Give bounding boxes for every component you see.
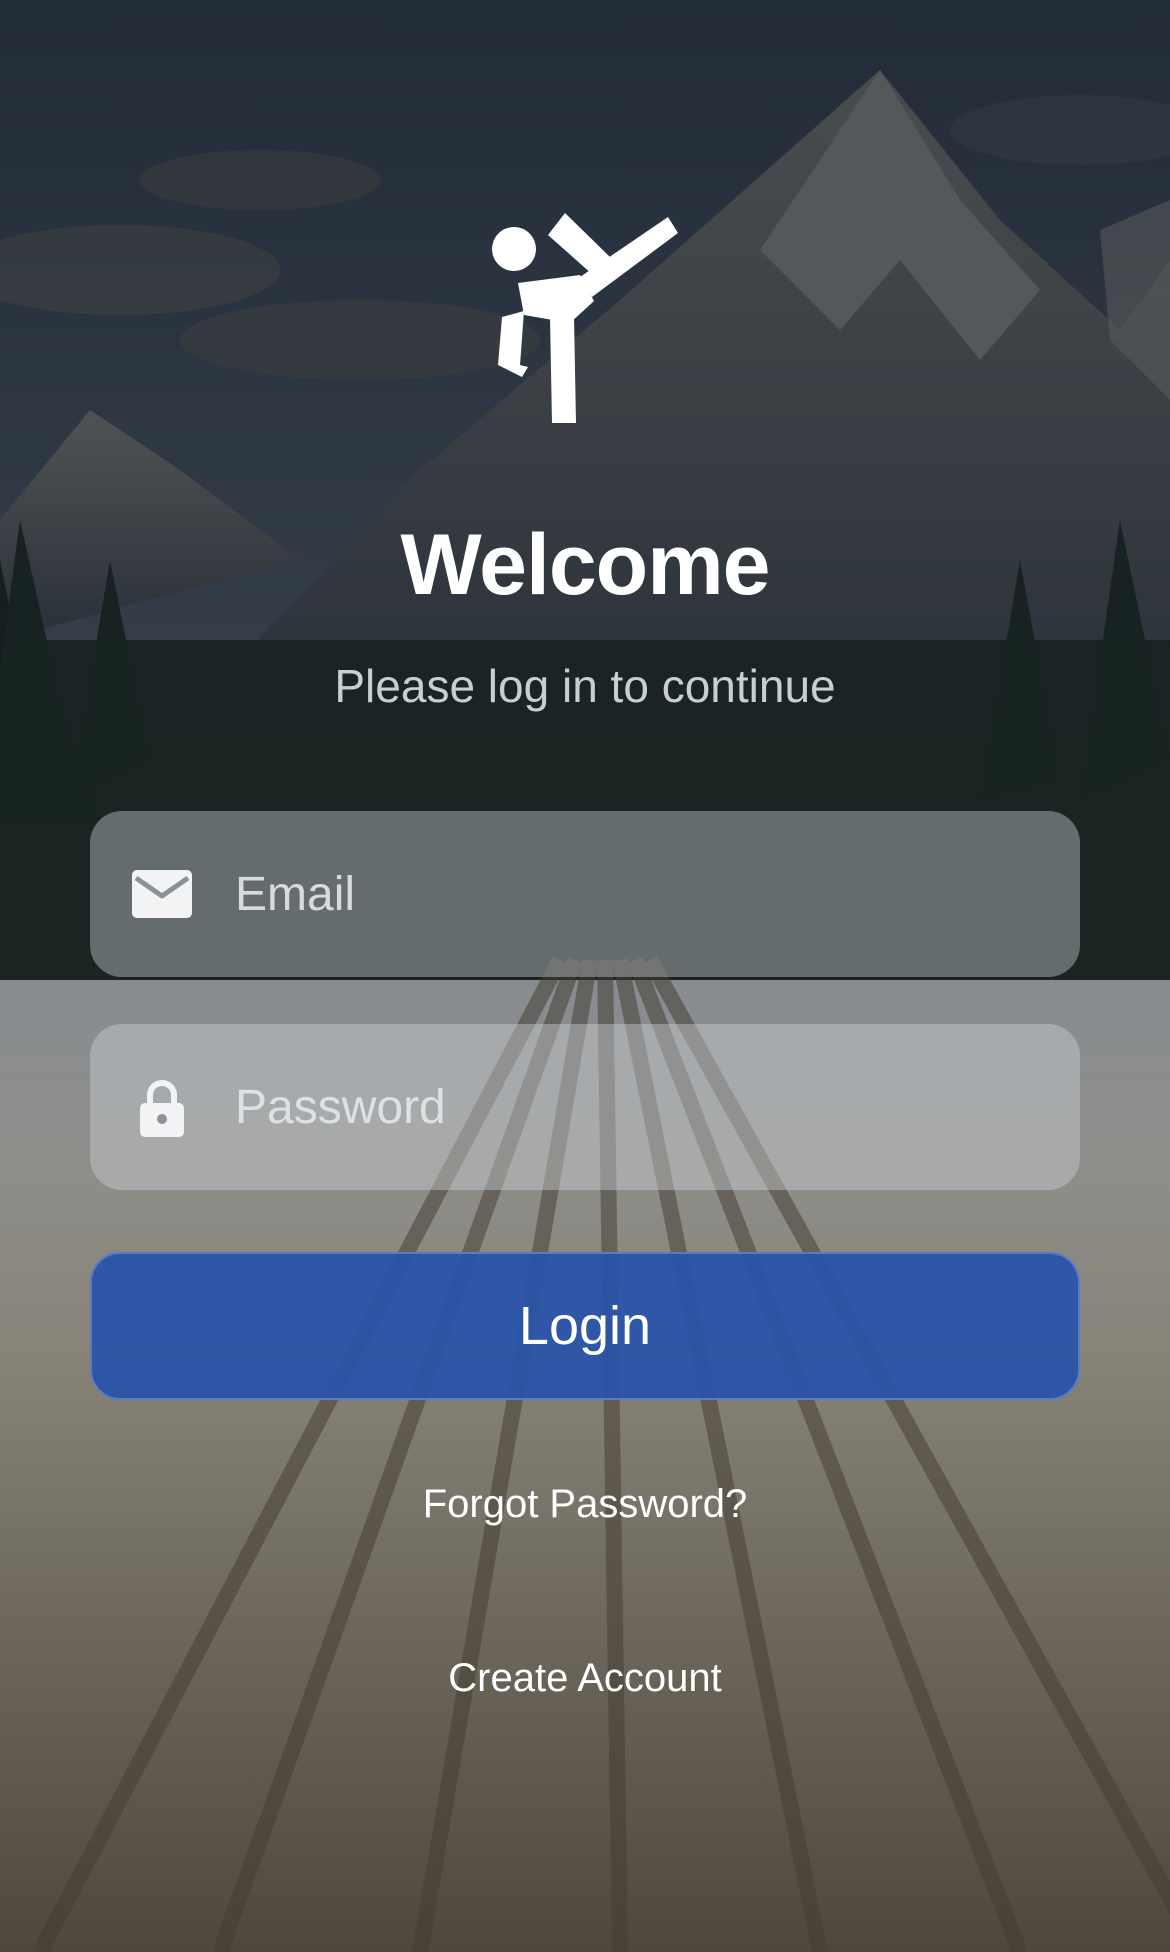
mail-icon bbox=[130, 864, 194, 924]
martial-arts-kick-icon bbox=[480, 205, 690, 425]
password-field[interactable] bbox=[90, 1024, 1080, 1190]
login-button[interactable]: Login bbox=[90, 1252, 1080, 1400]
email-input[interactable] bbox=[235, 811, 1035, 977]
password-input[interactable] bbox=[235, 1024, 1035, 1190]
page-title: Welcome bbox=[400, 517, 771, 613]
forgot-password-link[interactable]: Forgot Password? bbox=[0, 1479, 1170, 1529]
email-field[interactable] bbox=[90, 811, 1080, 977]
lock-icon bbox=[130, 1077, 194, 1137]
create-account-link[interactable]: Create Account bbox=[0, 1653, 1170, 1703]
page-subtitle: Please log in to continue bbox=[334, 660, 836, 712]
